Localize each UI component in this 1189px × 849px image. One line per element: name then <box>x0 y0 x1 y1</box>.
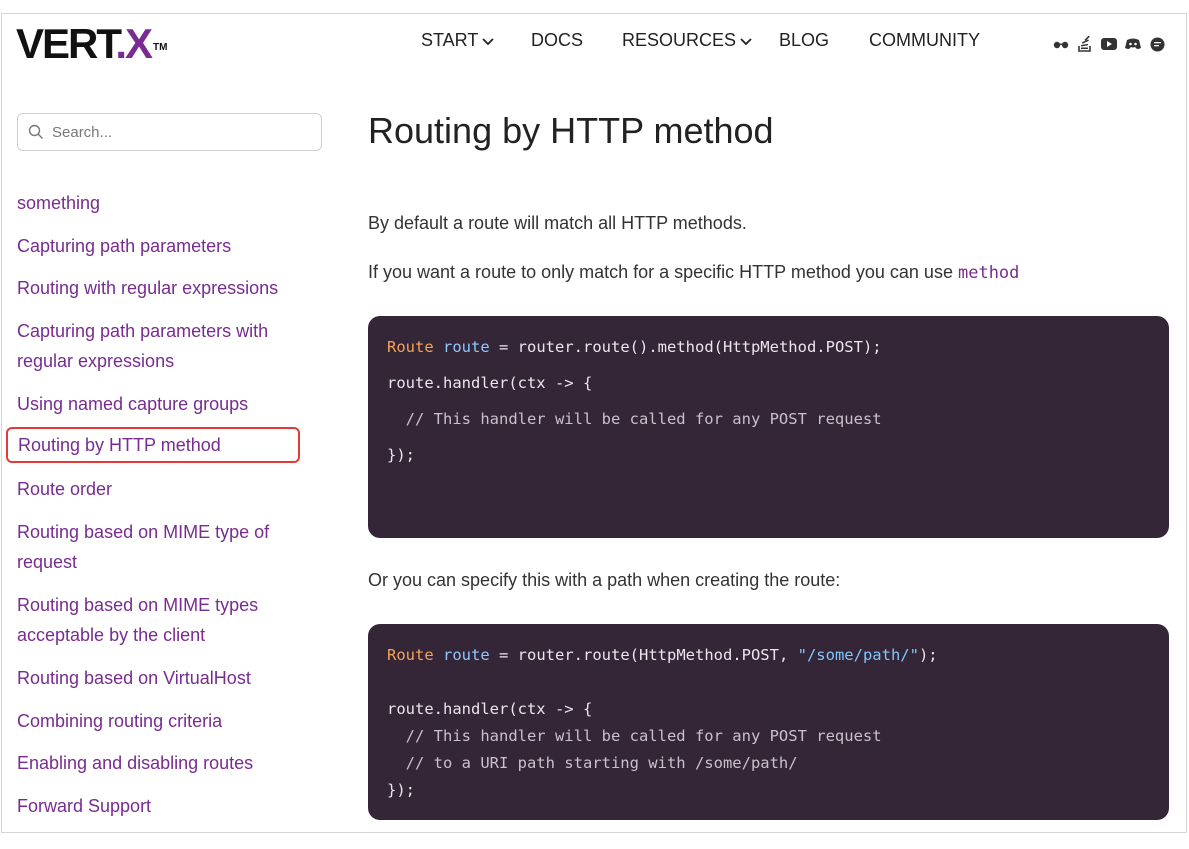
method-paragraph-text: If you want a route to only match for a … <box>368 262 953 282</box>
code-line: route.handler(ctx -> { <box>387 700 593 718</box>
code-comment: // This handler will be called for any P… <box>387 410 882 428</box>
sidebar-item-routing-regex[interactable]: Routing with regular expressions <box>17 273 287 303</box>
chevron-down-icon <box>740 37 752 45</box>
sidebar-item-something[interactable]: something <box>17 188 287 218</box>
sidebar-item-named-capture-groups[interactable]: Using named capture groups <box>17 389 287 419</box>
code-line: }); <box>387 446 415 464</box>
nav-community[interactable]: COMMUNITY <box>869 30 980 51</box>
nav-docs-label: DOCS <box>531 30 584 50</box>
code-comment: // to a URI path starting with /some/pat… <box>387 754 798 772</box>
chevron-down-icon <box>482 37 494 45</box>
logo-x: X <box>125 20 153 67</box>
logo-brand: VERT <box>16 20 117 67</box>
method-paragraph: If you want a route to only match for a … <box>368 262 1019 283</box>
code-text: ); <box>918 646 938 664</box>
page-title: Routing by HTTP method <box>368 110 774 151</box>
sidebar-item-enabling-disabling[interactable]: Enabling and disabling routes <box>17 748 287 778</box>
sidebar-item-capturing-path-parameters-regex[interactable]: Capturing path parameters with regular e… <box>17 316 282 376</box>
code-line: }); <box>387 781 415 799</box>
code-comment: // This handler will be called for any P… <box>387 727 882 745</box>
sidebar-item-combining-criteria[interactable]: Combining routing criteria <box>17 706 287 736</box>
logo-dot: . <box>115 20 127 67</box>
search-box[interactable] <box>17 113 322 151</box>
chat-icon[interactable] <box>1149 36 1165 52</box>
sidebar-item-mime-types-acceptable[interactable]: Routing based on MIME types acceptable b… <box>17 590 277 650</box>
code-string: "/some/path/" <box>797 646 919 664</box>
code-variable: route <box>443 338 490 356</box>
sidebar-item-routing-by-http-method[interactable]: Routing by HTTP method <box>6 427 300 463</box>
nav-docs[interactable]: DOCS <box>531 30 583 51</box>
sidebar-item-route-order[interactable]: Route order <box>17 474 287 504</box>
nav-start-label: START <box>421 30 479 50</box>
sidebar-item-capturing-path-parameters[interactable]: Capturing path parameters <box>17 231 287 261</box>
code-block-2: Route route = router.route(HttpMethod.PO… <box>368 624 1169 820</box>
code-keyword: Route <box>387 338 434 356</box>
nav-blog-label: BLOG <box>779 30 830 50</box>
path-paragraph: Or you can specify this with a path when… <box>368 570 841 590</box>
social-links <box>1053 36 1165 52</box>
sidebar-item-mime-type-request[interactable]: Routing based on MIME type of request <box>17 517 282 577</box>
code-block-1: Route route = router.route().method(Http… <box>368 316 1169 538</box>
nav-community-label: COMMUNITY <box>869 30 980 50</box>
nav-start[interactable]: START <box>421 30 494 51</box>
youtube-icon[interactable] <box>1101 36 1117 52</box>
nav-resources[interactable]: RESOURCES <box>622 30 752 51</box>
sidebar-item-virtualhost[interactable]: Routing based on VirtualHost <box>17 663 287 693</box>
sidebar-item-forward-support[interactable]: Forward Support <box>17 791 287 821</box>
glasses-icon[interactable] <box>1053 36 1069 52</box>
intro-paragraph: By default a route will match all HTTP m… <box>368 213 747 233</box>
code-keyword: Route <box>387 646 434 664</box>
code-text: = router.route(HttpMethod.POST, <box>489 646 798 664</box>
search-input[interactable] <box>50 122 304 142</box>
code-variable: route <box>443 646 490 664</box>
logo-trademark: TM <box>153 42 168 53</box>
inline-code-method: method <box>957 263 1020 283</box>
discord-icon[interactable] <box>1125 36 1141 52</box>
code-line: route.handler(ctx -> { <box>387 374 593 392</box>
vertx-logo[interactable]: VERT.X TM <box>16 20 168 68</box>
search-icon <box>28 124 43 139</box>
nav-blog[interactable]: BLOG <box>779 30 829 51</box>
stackoverflow-icon[interactable] <box>1077 36 1093 52</box>
code-text: = router.route().method(HttpMethod.POST)… <box>489 338 882 356</box>
nav-resources-label: RESOURCES <box>622 30 737 50</box>
